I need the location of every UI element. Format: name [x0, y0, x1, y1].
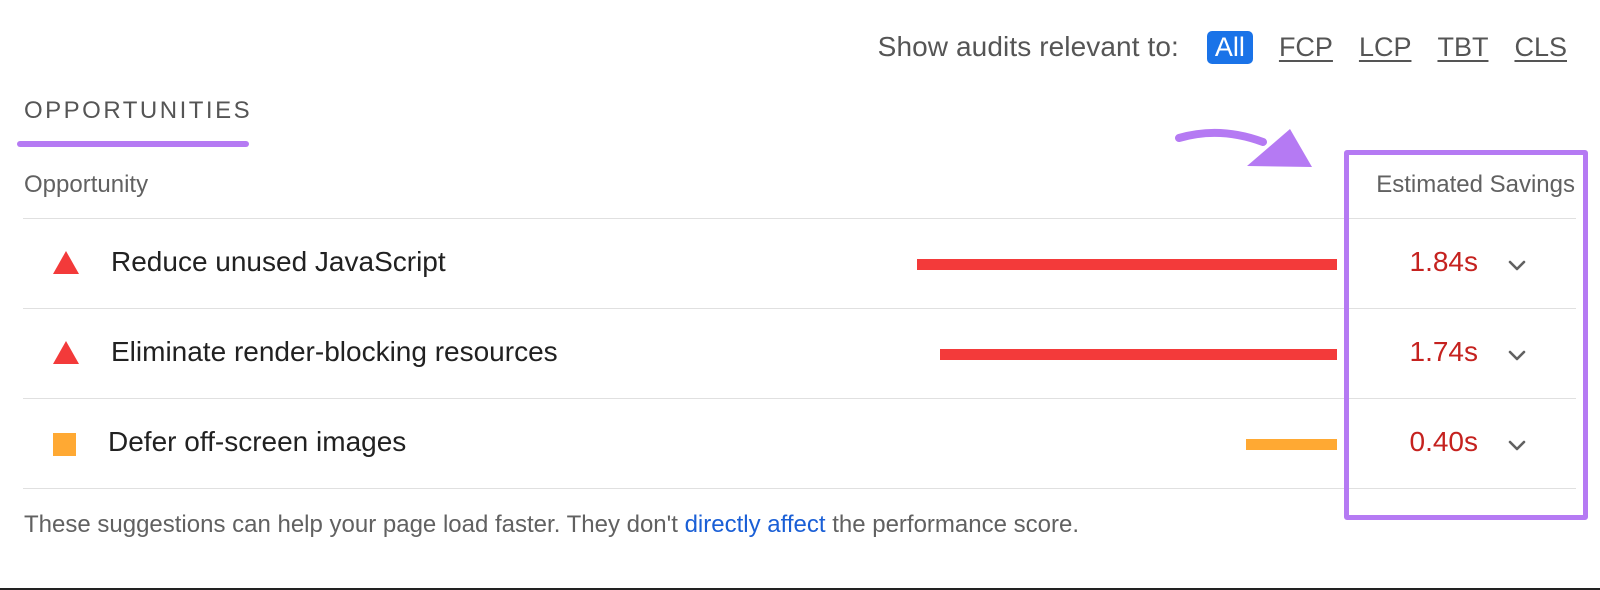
annotation-arrow-icon: [1175, 128, 1312, 167]
audit-filter-bar: Show audits relevant to: All FCP LCP TBT…: [878, 29, 1567, 65]
section-underline-annotation: [17, 141, 249, 147]
filter-cls[interactable]: CLS: [1514, 32, 1567, 63]
savings-bar: [940, 349, 1337, 360]
fail-triangle-icon: [53, 341, 79, 364]
savings-bar: [1246, 439, 1337, 450]
filter-lcp[interactable]: LCP: [1359, 32, 1412, 63]
highlight-annotation-box: [1344, 150, 1588, 520]
footer-text-after: the performance score.: [825, 511, 1079, 538]
directly-affect-link[interactable]: directly affect: [685, 511, 826, 538]
filter-tbt[interactable]: TBT: [1437, 32, 1488, 63]
fail-triangle-icon: [53, 251, 79, 274]
filter-all[interactable]: All: [1206, 30, 1253, 64]
footer-note: These suggestions can help your page loa…: [24, 511, 1079, 539]
audit-title: Reduce unused JavaScript: [111, 246, 446, 277]
footer-text-before: These suggestions can help your page loa…: [24, 511, 685, 538]
filter-label: Show audits relevant to:: [877, 31, 1179, 62]
column-header-opportunity: Opportunity: [24, 171, 149, 198]
average-square-icon: [53, 433, 76, 456]
audit-title: Eliminate render-blocking resources: [111, 336, 558, 367]
audit-title: Defer off-screen images: [108, 426, 407, 457]
savings-bar: [917, 259, 1337, 270]
filter-fcp[interactable]: FCP: [1279, 32, 1333, 63]
section-title: OPPORTUNITIES: [24, 97, 253, 124]
